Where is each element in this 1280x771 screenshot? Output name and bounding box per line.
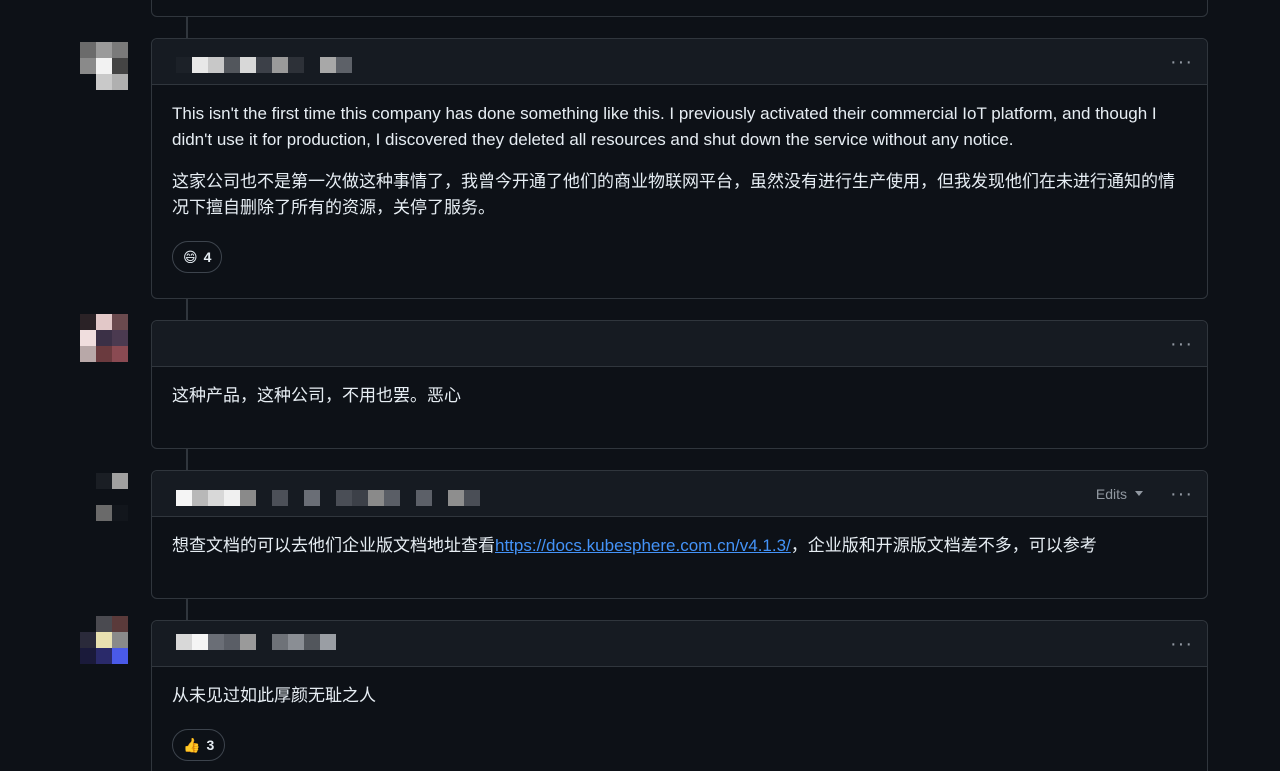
avatar[interactable] bbox=[80, 473, 128, 521]
thumbs-up-icon: 👍 bbox=[183, 737, 201, 753]
comment-card: Edits ··· 想查文档的可以去他们企业版文档地址查看https://doc… bbox=[151, 470, 1208, 599]
username-redacted bbox=[176, 490, 480, 506]
avatar[interactable] bbox=[80, 314, 128, 362]
reaction-count: 4 bbox=[203, 249, 212, 265]
comment-options-icon[interactable]: ··· bbox=[1170, 634, 1193, 654]
reaction-button[interactable]: 😄 4 bbox=[172, 241, 223, 273]
comment-body: 从未见过如此厚颜无耻之人 👍 3 bbox=[152, 667, 1207, 771]
comment-options-icon[interactable]: ··· bbox=[1170, 484, 1193, 504]
comment-options-icon[interactable]: ··· bbox=[1170, 52, 1193, 72]
issue-timeline: ··· This isn't the first time this compa… bbox=[0, 0, 1280, 771]
edits-label: Edits bbox=[1095, 485, 1127, 502]
reaction-count: 3 bbox=[206, 737, 215, 753]
timeline-connector bbox=[186, 298, 188, 320]
avatar[interactable] bbox=[80, 616, 128, 664]
comment-header: ··· bbox=[152, 39, 1207, 85]
smile-emoji-icon: 😄 bbox=[183, 249, 198, 265]
docs-link[interactable]: https://docs.kubesphere.com.cn/v4.1.3/ bbox=[495, 536, 791, 555]
comment-body: 想查文档的可以去他们企业版文档地址查看https://docs.kubesphe… bbox=[152, 517, 1207, 575]
comment-body: This isn't the first time this company h… bbox=[152, 85, 1207, 289]
comment-card: ··· This isn't the first time this compa… bbox=[151, 38, 1208, 299]
chevron-down-icon bbox=[1135, 491, 1143, 496]
comment-card: ··· 这种产品，这种公司，不用也罢。恶心 bbox=[151, 320, 1208, 449]
timeline-connector bbox=[186, 448, 188, 470]
avatar[interactable] bbox=[80, 42, 128, 90]
comment-header: ··· bbox=[152, 621, 1207, 667]
timeline-connector bbox=[186, 598, 188, 620]
comment-options-icon[interactable]: ··· bbox=[1170, 334, 1193, 354]
username-redacted bbox=[176, 634, 336, 650]
reaction-button[interactable]: 👍 3 bbox=[172, 729, 226, 761]
comment-body: 这种产品，这种公司，不用也罢。恶心 bbox=[152, 367, 1207, 425]
comment-card: ··· 从未见过如此厚颜无耻之人 👍 3 bbox=[151, 620, 1208, 771]
comment-text: This isn't the first time this company h… bbox=[172, 104, 1157, 149]
edits-dropdown[interactable]: Edits bbox=[1096, 486, 1143, 502]
comment-header: ··· bbox=[152, 321, 1207, 367]
comment-text: 这家公司也不是第一次做这种事情了，我曾今开通了他们的商业物联网平台，虽然没有进行… bbox=[172, 172, 1175, 217]
comment-text: 这种产品，这种公司，不用也罢。恶心 bbox=[172, 386, 461, 405]
comment-text: 想查文档的可以去他们企业版文档地址查看https://docs.kubesphe… bbox=[172, 536, 1097, 555]
username-redacted bbox=[176, 57, 352, 73]
comment-header: Edits ··· bbox=[152, 471, 1207, 517]
comment-text: 从未见过如此厚颜无耻之人 bbox=[172, 686, 376, 705]
previous-comment bbox=[151, 0, 1208, 17]
